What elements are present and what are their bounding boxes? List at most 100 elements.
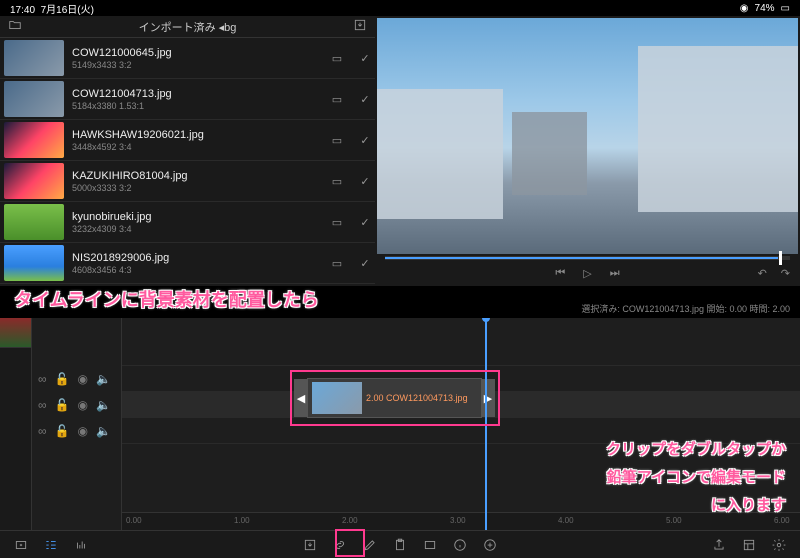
clip-thumbnail	[312, 382, 362, 414]
status-time: 17:40	[10, 5, 35, 16]
check-icon: ✓	[355, 134, 375, 147]
check-icon: ✓	[355, 257, 375, 270]
undo-button[interactable]: ↶	[758, 267, 767, 280]
asset-filename: COW121004713.jpg	[72, 88, 319, 100]
lock-icon[interactable]: 🔓	[55, 372, 70, 386]
asset-meta: 5184x3380 1.53:1	[72, 101, 319, 111]
asset-type-icon: ▭	[327, 257, 347, 270]
battery-text: 74%	[755, 3, 775, 14]
asset-row[interactable]: HAWKSHAW19206021.jpg3448x4592 3:4▭✓	[0, 120, 375, 161]
visibility-icon[interactable]: ◉	[78, 424, 88, 438]
annotation-text: タイムラインに背景素材を配置したら	[14, 286, 319, 312]
levels-button[interactable]	[68, 534, 94, 556]
playhead[interactable]	[485, 318, 487, 530]
library-panel: インポート済み ◂bg COW121000645.jpg5149x3433 3:…	[0, 16, 375, 286]
track-header: ∞ 🔓 ◉ 🔈	[32, 366, 121, 392]
play-button[interactable]: ▷	[583, 267, 591, 280]
ruler-tick: 4.00	[558, 516, 574, 525]
settings-button[interactable]	[766, 534, 792, 556]
battery-icon: ▭	[781, 3, 790, 14]
timeline-clip[interactable]: ◀ 2.00 COW121004713.jpg ▶	[307, 378, 482, 418]
import-icon[interactable]	[353, 18, 367, 35]
frame-button[interactable]	[417, 534, 443, 556]
timeline-gutter	[0, 318, 32, 530]
redo-button[interactable]: ↷	[781, 267, 790, 280]
track-controls: ∞ 🔓 ◉ 🔈 ∞ 🔓 ◉ 🔈 ∞ 🔓 ◉ 🔈	[32, 318, 122, 530]
status-date: 7月16日(火)	[41, 5, 94, 16]
asset-row[interactable]: kyunobirueki.jpg3232x4309 3:4 ▭ ✓	[0, 202, 375, 243]
layout-button[interactable]	[736, 534, 762, 556]
asset-type-icon: ▭	[327, 216, 347, 229]
clip-label: 2.00 COW121004713.jpg	[366, 393, 468, 403]
check-icon: ✓	[355, 175, 375, 188]
asset-thumbnail	[4, 40, 64, 76]
asset-filename: KAZUKIHIRO81004.jpg	[72, 170, 319, 182]
link-button[interactable]	[327, 534, 353, 556]
edit-button[interactable]	[357, 534, 383, 556]
asset-list: COW121000645.jpg5149x3433 3:2▭✓COW121004…	[0, 38, 375, 286]
asset-meta: 3232x4309 3:4	[72, 224, 319, 234]
link-icon[interactable]: ∞	[38, 424, 47, 438]
track-area[interactable]: ◀ 2.00 COW121004713.jpg ▶ 0.001.002.003.…	[122, 318, 800, 530]
visibility-icon[interactable]: ◉	[78, 372, 88, 386]
lock-icon[interactable]: 🔓	[55, 424, 70, 438]
visibility-icon[interactable]: ◉	[78, 398, 88, 412]
preview-image[interactable]	[377, 18, 798, 254]
asset-type-icon: ▭	[327, 134, 347, 147]
prev-frame-button[interactable]: ⏮	[555, 267, 565, 280]
clip-trim-left[interactable]: ◀	[294, 379, 308, 417]
asset-filename: kyunobirueki.jpg	[72, 211, 319, 223]
folder-icon[interactable]	[8, 18, 22, 35]
asset-type-icon: ▭	[327, 175, 347, 188]
next-frame-button[interactable]: ⏭	[610, 267, 620, 280]
asset-filename: NIS2018929006.jpg	[72, 252, 319, 264]
selection-info: 選択済み: COW121004713.jpg 開始: 0.00 時間: 2.00	[581, 302, 790, 315]
ruler-tick: 6.00	[774, 516, 790, 525]
check-icon: ✓	[355, 93, 375, 106]
track-header: ∞ 🔓 ◉ 🔈	[32, 418, 121, 444]
asset-meta: 4608x3456 4:3	[72, 265, 319, 275]
clipboard-button[interactable]	[387, 534, 413, 556]
share-button[interactable]	[706, 534, 732, 556]
asset-meta: 5000x3333 3:2	[72, 183, 319, 193]
asset-row[interactable]: COW121000645.jpg5149x3433 3:2▭✓	[0, 38, 375, 79]
asset-filename: COW121000645.jpg	[72, 47, 319, 59]
asset-row[interactable]: KAZUKIHIRO81004.jpg5000x3333 3:2 ▭ ✓	[0, 161, 375, 202]
asset-thumbnail	[4, 204, 64, 240]
mute-icon[interactable]: 🔈	[96, 398, 111, 412]
preview-controls: ⏮ ▷ ⏭ ↶ ↷	[375, 260, 800, 286]
timeline-ruler[interactable]: 0.001.002.003.004.005.006.00	[122, 512, 800, 530]
ruler-tick: 5.00	[666, 516, 682, 525]
asset-thumbnail	[4, 81, 64, 117]
link-icon[interactable]: ∞	[38, 372, 47, 386]
add-button[interactable]	[477, 534, 503, 556]
toolbar	[0, 530, 800, 558]
asset-thumbnail	[4, 163, 64, 199]
timeline: ∞ 🔓 ◉ 🔈 ∞ 🔓 ◉ 🔈 ∞ 🔓 ◉ 🔈 ◀ 2.00 COW121004…	[0, 318, 800, 530]
asset-type-icon: ▭	[327, 93, 347, 106]
preview-scrubber[interactable]	[385, 256, 790, 260]
asset-row[interactable]: COW121004713.jpg5184x3380 1.53:1 ▭ ✓	[0, 79, 375, 120]
ruler-tick: 2.00	[342, 516, 358, 525]
asset-thumbnail	[4, 122, 64, 158]
lock-icon[interactable]: 🔓	[55, 398, 70, 412]
asset-row[interactable]: NIS2018929006.jpg4608x3456 4:3 ▭ ✓	[0, 243, 375, 284]
mute-icon[interactable]: 🔈	[96, 424, 111, 438]
import-button[interactable]	[297, 534, 323, 556]
asset-thumbnail	[4, 245, 64, 281]
wifi-icon: ◉	[740, 3, 749, 14]
link-icon[interactable]: ∞	[38, 398, 47, 412]
preview-panel: ⏮ ▷ ⏭ ↶ ↷	[375, 16, 800, 286]
ruler-tick: 1.00	[234, 516, 250, 525]
ruler-tick: 0.00	[126, 516, 142, 525]
check-icon: ✓	[355, 216, 375, 229]
clip-trim-right[interactable]: ▶	[481, 379, 495, 417]
asset-filename: HAWKSHAW19206021.jpg	[72, 129, 319, 141]
mute-icon[interactable]: 🔈	[96, 372, 111, 386]
info-button[interactable]	[447, 534, 473, 556]
library-title[interactable]: インポート済み ◂bg	[139, 19, 237, 35]
add-track-button[interactable]	[8, 534, 34, 556]
tracks-button[interactable]	[38, 534, 64, 556]
asset-type-icon: ▭	[327, 52, 347, 65]
track-header: ∞ 🔓 ◉ 🔈	[32, 392, 121, 418]
